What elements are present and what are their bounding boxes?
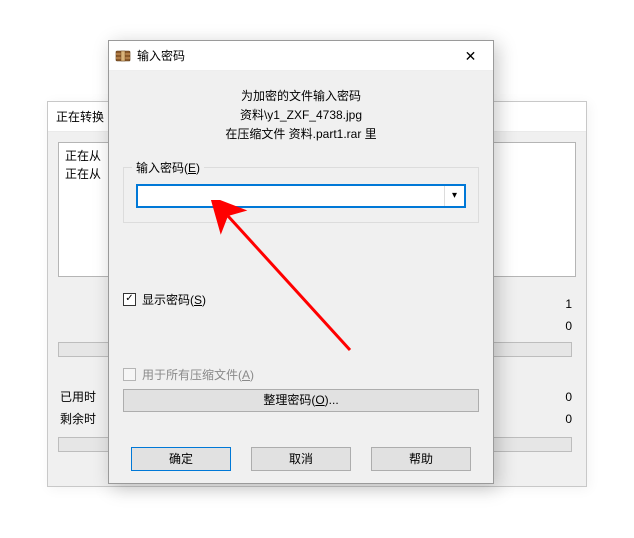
ok-button[interactable]: 确定: [131, 447, 231, 471]
password-group: 输入密码(E) ▾: [123, 167, 479, 223]
bg-elapsed-label: 已用时: [60, 387, 96, 409]
winrar-icon: [115, 48, 131, 64]
chevron-down-icon: ▾: [452, 190, 457, 201]
organize-passwords-button[interactable]: 整理密码(O)...: [123, 389, 479, 412]
close-icon: ✕: [465, 48, 477, 65]
info-line-2: 资料\y1_ZXF_4738.jpg: [127, 106, 475, 125]
password-input[interactable]: [138, 186, 444, 206]
all-archives-checkbox: [123, 368, 136, 381]
info-line-1: 为加密的文件输入密码: [127, 87, 475, 106]
close-button[interactable]: ✕: [448, 41, 493, 71]
all-archives-row: 用于所有压缩文件(A): [123, 366, 479, 383]
all-archives-label: 用于所有压缩文件(A): [142, 366, 254, 383]
show-password-checkbox[interactable]: ✓: [123, 293, 136, 306]
dialog-titlebar: 输入密码 ✕: [109, 41, 493, 71]
dialog-title: 输入密码: [137, 47, 185, 64]
bg-stat-3: 0: [502, 387, 572, 409]
info-line-3: 在压缩文件 资料.part1.rar 里: [127, 125, 475, 144]
bg-remaining-label: 剩余时: [60, 409, 96, 431]
password-combobox[interactable]: ▾: [136, 184, 466, 208]
bg-stat-1: 1: [502, 294, 572, 316]
show-password-label: 显示密码(S): [142, 291, 206, 308]
password-dialog: 输入密码 ✕ 为加密的文件输入密码 资料\y1_ZXF_4738.jpg 在压缩…: [108, 40, 494, 484]
bg-title-text: 正在转换: [56, 108, 104, 125]
dialog-info: 为加密的文件输入密码 资料\y1_ZXF_4738.jpg 在压缩文件 资料.p…: [109, 71, 493, 145]
cancel-button[interactable]: 取消: [251, 447, 351, 471]
password-group-label: 输入密码(E): [132, 159, 204, 176]
bg-stat-2: 0: [502, 316, 572, 338]
help-button[interactable]: 帮助: [371, 447, 471, 471]
bg-stat-4: 0: [502, 409, 572, 431]
password-dropdown-button[interactable]: ▾: [444, 186, 464, 206]
show-password-row[interactable]: ✓ 显示密码(S): [123, 291, 479, 308]
